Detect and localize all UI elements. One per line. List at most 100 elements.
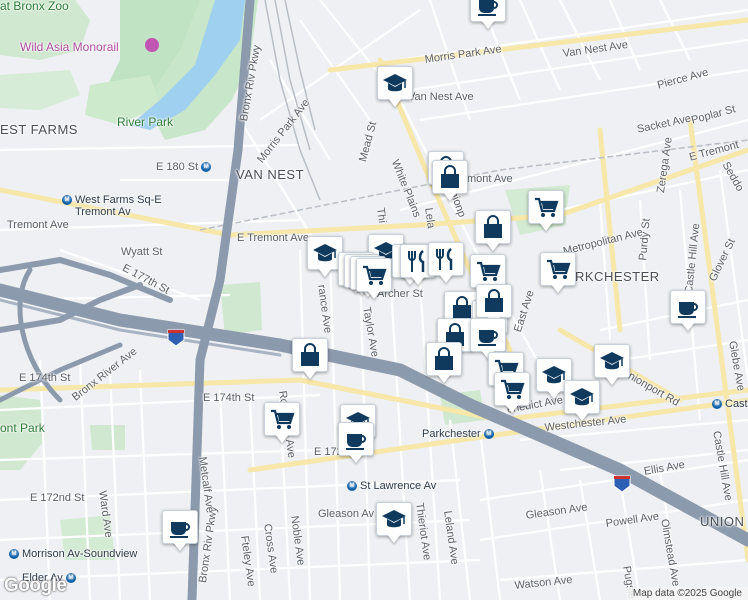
station-label[interactable]: Parkchester M xyxy=(422,428,497,440)
marker-pointer xyxy=(411,276,425,285)
marker-pointer xyxy=(349,454,363,463)
marker-pointer xyxy=(443,192,457,201)
zoo-label: at Bronx Zoo xyxy=(0,0,69,13)
shopping-marker[interactable] xyxy=(292,338,328,382)
marker-pointer xyxy=(551,284,565,293)
marker-box xyxy=(670,290,706,324)
station-label-2: Tremont Av xyxy=(75,206,131,218)
street-name: E 180 St xyxy=(156,161,199,173)
marker-pointer xyxy=(539,222,553,231)
marker-box xyxy=(162,510,198,544)
west-farms-label: EST FARMS xyxy=(0,122,78,137)
school-marker[interactable] xyxy=(377,66,413,110)
marker-pointer xyxy=(367,290,381,299)
street-label: E 174th St xyxy=(19,372,71,384)
shopping-marker[interactable] xyxy=(475,210,511,254)
shopping-marker[interactable] xyxy=(432,160,468,204)
marker-pointer xyxy=(486,242,500,251)
coffee-marker[interactable] xyxy=(338,422,374,466)
subway-icon: M xyxy=(712,399,722,410)
station-label[interactable]: M St Lawrence Av xyxy=(347,480,436,492)
marker-box xyxy=(377,66,413,100)
street-label: E 174th St xyxy=(203,392,255,404)
river-park-label: River Park xyxy=(117,115,174,129)
marker-pointer xyxy=(275,434,289,443)
marker-pointer xyxy=(439,274,453,283)
street-label: Gleason Av xyxy=(318,508,375,520)
marker-box xyxy=(470,254,506,288)
shopping-marker[interactable] xyxy=(426,342,462,386)
park-label: ont Park xyxy=(0,421,45,435)
station-name: Morrison Av-Soundview xyxy=(22,548,138,560)
street-label: E 172nd St xyxy=(30,492,85,504)
street-label: E Tremont Ave xyxy=(237,232,309,244)
marker-pointer xyxy=(605,376,619,385)
street-label: E 180 St M xyxy=(156,161,214,173)
subway-icon: M xyxy=(201,162,212,173)
street-label: Van Nest Ave xyxy=(408,91,474,103)
marker-box xyxy=(470,0,506,22)
grocery-marker[interactable] xyxy=(494,372,530,416)
grocery-marker[interactable] xyxy=(264,402,300,446)
marker-pointer xyxy=(575,412,589,421)
van-nest-label: VAN NEST xyxy=(236,167,305,182)
street-label: mont Ave xyxy=(467,173,513,185)
marker-pointer xyxy=(387,534,401,543)
marker-pointer xyxy=(318,268,332,277)
station-name: St Lawrence Av xyxy=(360,480,437,492)
subway-icon: M xyxy=(483,429,494,440)
subway-icon: M xyxy=(65,573,76,584)
marker-box xyxy=(356,258,392,292)
marker-box xyxy=(376,502,412,536)
marker-box xyxy=(594,344,630,378)
marker-pointer xyxy=(505,404,519,413)
grocery-marker[interactable] xyxy=(356,258,392,302)
subway-icon: M xyxy=(62,195,72,206)
coffee-marker[interactable] xyxy=(670,290,706,334)
marker-box xyxy=(564,380,600,414)
marker-pointer xyxy=(173,542,187,551)
marker-box xyxy=(432,160,468,194)
marker-box xyxy=(292,338,328,372)
marker-box xyxy=(264,402,300,436)
station-name: West Farms Sq-E xyxy=(75,194,162,206)
marker-box xyxy=(528,190,564,224)
station-name: Parkchester xyxy=(422,428,481,440)
marker-pointer xyxy=(437,374,451,383)
street-label: Thi xyxy=(374,207,389,224)
google-logo: Google xyxy=(4,575,67,596)
grocery-marker[interactable] xyxy=(540,252,576,296)
street-label: Tremont Ave xyxy=(7,219,69,231)
coffee-marker[interactable] xyxy=(470,0,506,32)
station-label[interactable]: M West Farms Sq-E xyxy=(62,194,162,206)
monorail-label[interactable]: Wild Asia Monorail xyxy=(20,41,119,53)
marker-box xyxy=(540,252,576,286)
subway-icon: M xyxy=(347,481,357,492)
marker-box xyxy=(428,242,464,276)
school-marker[interactable] xyxy=(564,380,600,424)
marker-box xyxy=(475,210,511,244)
marker-box xyxy=(494,372,530,406)
station-name: Cast xyxy=(725,398,748,410)
marker-box xyxy=(426,342,462,376)
restaurant-marker[interactable] xyxy=(428,242,464,286)
station-label[interactable]: M Morrison Av-Soundview xyxy=(9,548,137,560)
marker-pointer xyxy=(481,20,495,29)
station-label[interactable]: M Cast xyxy=(712,398,748,410)
marker-box xyxy=(470,318,506,352)
map-canvas[interactable]: at Bronx Zoo Wild Asia Monorail River Pa… xyxy=(0,0,748,600)
subway-icon: M xyxy=(9,549,19,560)
marker-pointer xyxy=(547,390,561,399)
camera-icon xyxy=(145,38,159,52)
parkchester-area-label: RKCHESTER xyxy=(575,269,660,284)
coffee-marker[interactable] xyxy=(162,510,198,554)
marker-box xyxy=(338,422,374,456)
marker-pointer xyxy=(681,322,695,331)
street-label: Wyatt St xyxy=(121,246,163,258)
grocery-marker[interactable] xyxy=(528,190,564,234)
marker-pointer xyxy=(303,370,317,379)
unionport-area-label: UNION xyxy=(700,514,745,529)
map-attribution[interactable]: Map data ©2025 Google xyxy=(626,587,748,600)
marker-box xyxy=(476,284,512,318)
school-marker[interactable] xyxy=(376,502,412,546)
